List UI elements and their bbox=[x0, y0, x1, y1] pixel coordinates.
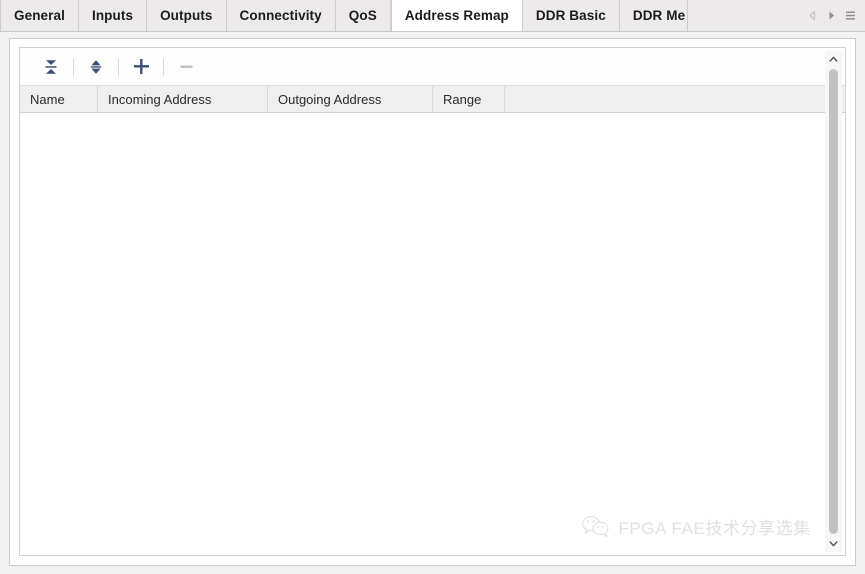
tab-scroll-right-icon bbox=[829, 11, 834, 20]
tab-inputs[interactable]: Inputs bbox=[78, 0, 148, 31]
scroll-down-button[interactable] bbox=[825, 535, 842, 552]
tab-label: DDR Basic bbox=[535, 8, 606, 23]
tab-label: Address Remap bbox=[404, 8, 509, 23]
scrollbar-track[interactable] bbox=[825, 68, 842, 535]
chevron-down-icon bbox=[829, 541, 838, 547]
tab-list-menu-button[interactable] bbox=[842, 5, 859, 27]
table-header-row: Name Incoming Address Outgoing Address R… bbox=[20, 86, 845, 113]
column-header-outgoing-address[interactable]: Outgoing Address bbox=[268, 86, 433, 112]
column-header-label: Name bbox=[30, 91, 65, 107]
tab-outputs[interactable]: Outputs bbox=[147, 0, 227, 31]
column-header-label: Incoming Address bbox=[108, 91, 212, 107]
table-body[interactable] bbox=[20, 113, 845, 555]
toolbar-separator bbox=[163, 57, 164, 76]
column-header-filler bbox=[505, 86, 845, 112]
column-header-label: Range bbox=[443, 91, 482, 107]
tab-label: Inputs bbox=[91, 8, 134, 23]
column-header-name[interactable]: Name bbox=[20, 86, 98, 112]
tab-label: DDR Me bbox=[632, 8, 686, 23]
address-remap-content: Name Incoming Address Outgoing Address R… bbox=[19, 47, 846, 556]
tab-connectivity[interactable]: Connectivity bbox=[226, 0, 336, 31]
collapse-all-icon bbox=[45, 59, 57, 74]
tab-label: QoS bbox=[348, 8, 377, 23]
tab-label: Connectivity bbox=[239, 8, 322, 23]
toolbar-separator bbox=[118, 57, 119, 76]
toolbar-separator bbox=[73, 57, 74, 76]
add-button[interactable] bbox=[126, 54, 156, 80]
application-window: General Inputs Outputs Connectivity QoS … bbox=[0, 0, 865, 574]
tab-label: Outputs bbox=[160, 8, 213, 23]
column-header-label: Outgoing Address bbox=[278, 91, 382, 107]
tab-bar: General Inputs Outputs Connectivity QoS … bbox=[0, 0, 865, 32]
scrollbar-thumb[interactable] bbox=[829, 69, 838, 534]
column-header-range[interactable]: Range bbox=[433, 86, 505, 112]
expand-all-button[interactable] bbox=[81, 54, 111, 80]
remove-button[interactable] bbox=[171, 54, 201, 80]
tab-scroll-right-button[interactable] bbox=[823, 5, 840, 27]
tab-list-menu-icon bbox=[846, 11, 855, 20]
plus-icon bbox=[133, 59, 149, 74]
address-remap-panel: Name Incoming Address Outgoing Address R… bbox=[9, 38, 856, 566]
column-header-incoming-address[interactable]: Incoming Address bbox=[98, 86, 268, 112]
expand-all-icon bbox=[90, 59, 102, 74]
collapse-all-button[interactable] bbox=[36, 54, 66, 80]
tab-address-remap[interactable]: Address Remap bbox=[390, 0, 523, 31]
tab-scroll-left-icon bbox=[809, 10, 816, 21]
tab-scroll-left-button[interactable] bbox=[804, 5, 821, 27]
tab-navigation-controls bbox=[802, 0, 865, 31]
tab-ddr-memory[interactable]: DDR Me bbox=[619, 0, 689, 31]
table-toolbar bbox=[20, 48, 845, 86]
chevron-up-icon bbox=[829, 56, 838, 62]
tab-ddr-basic[interactable]: DDR Basic bbox=[522, 0, 620, 31]
vertical-scrollbar[interactable] bbox=[825, 51, 842, 552]
tab-general[interactable]: General bbox=[0, 0, 79, 31]
tab-label: General bbox=[14, 8, 65, 23]
address-remap-table: Name Incoming Address Outgoing Address R… bbox=[20, 86, 845, 555]
scroll-up-button[interactable] bbox=[825, 51, 842, 68]
minus-icon bbox=[180, 65, 192, 68]
tab-qos[interactable]: QoS bbox=[335, 0, 391, 31]
